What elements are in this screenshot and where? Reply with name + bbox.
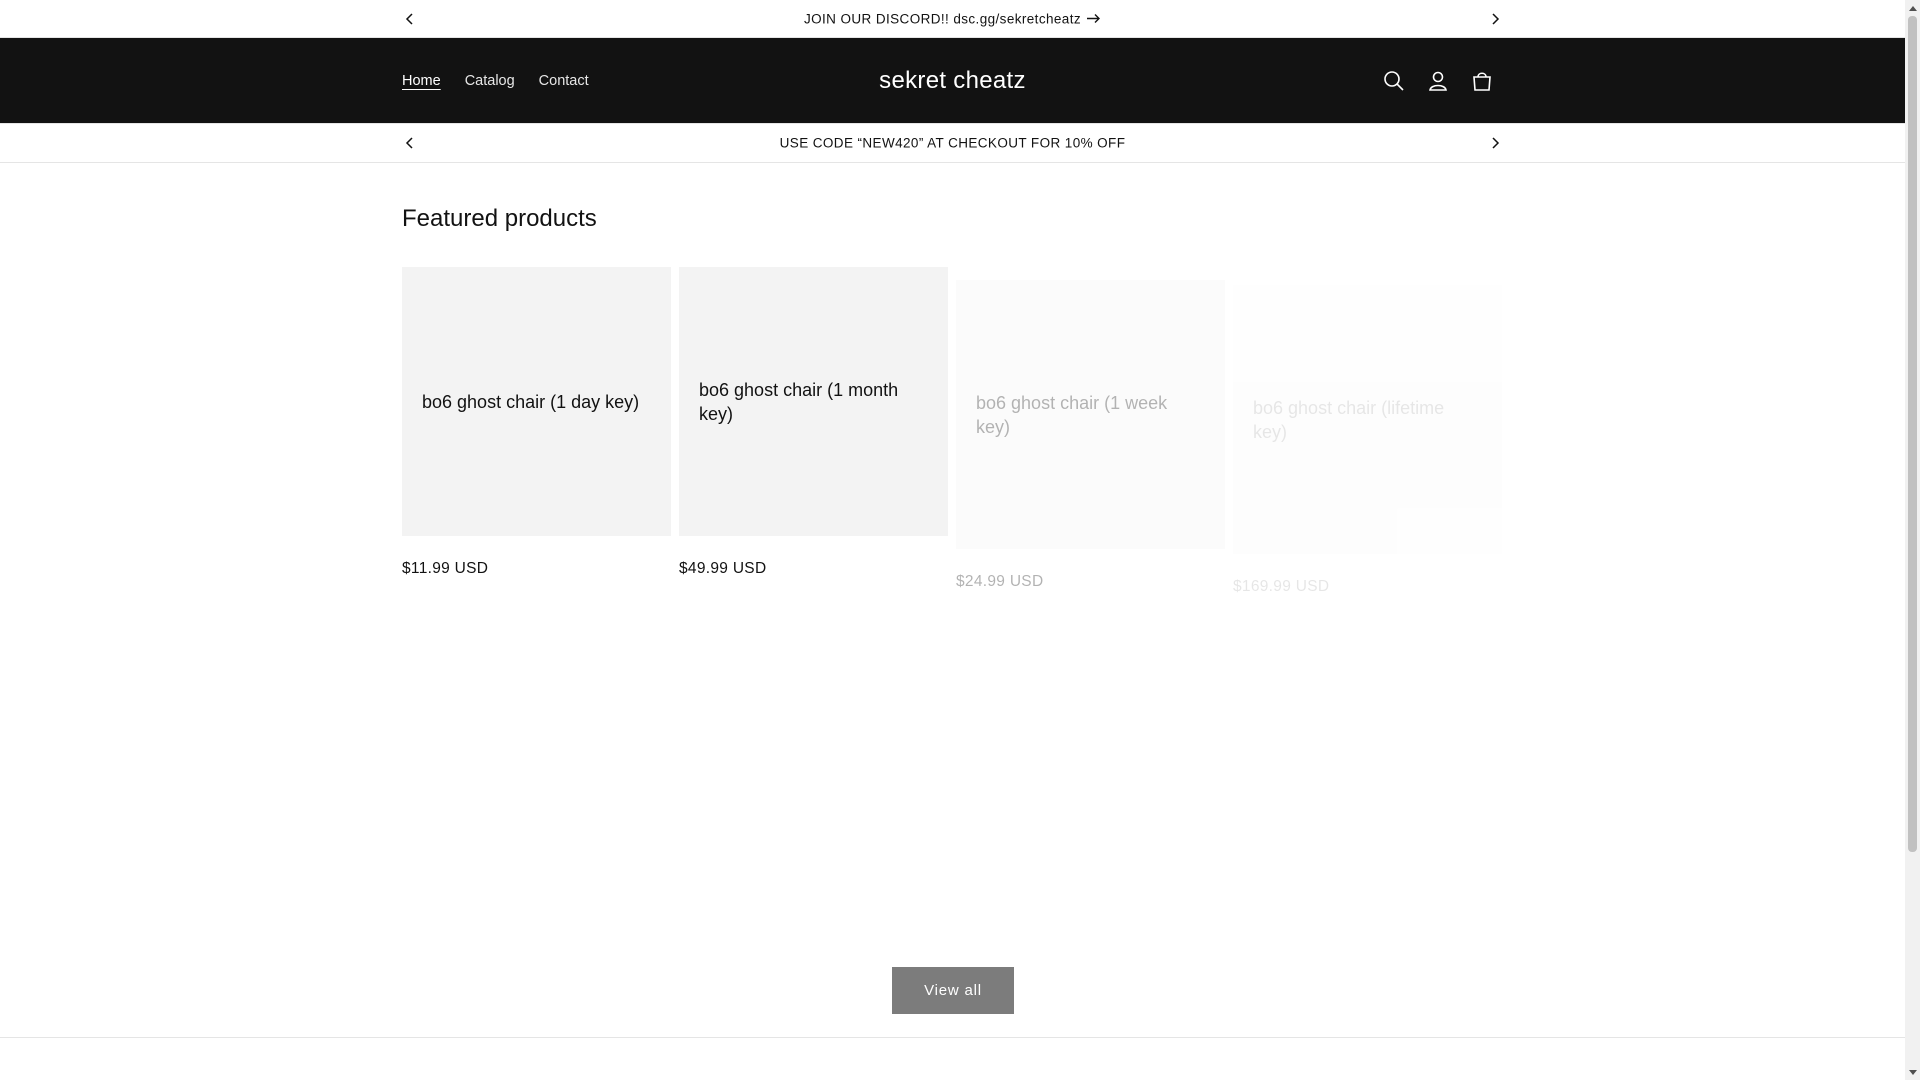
chevron-right-icon — [1492, 12, 1500, 25]
cart-icon — [1473, 71, 1491, 91]
announcement-bar-promo: USE CODE “NEW420” AT CHECKOUT FOR 10% OF… — [0, 123, 1905, 163]
product-image-placeholder[interactable]: bo6 ghost chair (1 month key) — [679, 267, 948, 536]
product-card[interactable]: bo6 ghost chair (1 week key) $24.99 USD — [956, 280, 1225, 591]
search-button[interactable] — [1378, 65, 1410, 97]
product-title[interactable]: bo6 ghost chair (lifetime key) — [1253, 396, 1482, 444]
next-promo-button[interactable] — [1483, 131, 1507, 155]
page-scrollbar[interactable] — [1905, 0, 1920, 1080]
store-logo[interactable]: sekret cheatz — [879, 67, 1026, 95]
next-announcement-button[interactable] — [1483, 7, 1507, 31]
logo-container: sekret cheatz — [0, 38, 1905, 123]
section-divider — [0, 1037, 1905, 1038]
header-icons — [1378, 38, 1498, 123]
promo-message: USE CODE “NEW420” AT CHECKOUT FOR 10% OF… — [779, 135, 1126, 151]
nav-item-catalog[interactable]: Catalog — [465, 73, 515, 89]
account-icon — [1429, 71, 1447, 91]
product-image-placeholder[interactable]: bo6 ghost chair (1 day key) — [402, 267, 671, 536]
product-card[interactable]: bo6 ghost chair (lifetime key) $169.99 U… — [1233, 285, 1502, 596]
product-card[interactable]: bo6 ghost chair (1 day key) $11.99 USD — [402, 267, 671, 578]
chevron-right-icon — [1492, 137, 1500, 149]
product-title[interactable]: bo6 ghost chair (1 day key) — [422, 390, 639, 414]
product-title[interactable]: bo6 ghost chair (1 week key) — [976, 391, 1205, 439]
scroll-down-arrow[interactable] — [1905, 1065, 1920, 1080]
announcement-text: JOIN OUR DISCORD!! dsc.gg/sekretcheatz — [803, 11, 1082, 26]
product-title[interactable]: bo6 ghost chair (1 month key) — [699, 378, 928, 426]
product-price: $49.99 USD — [679, 560, 767, 577]
nav-item-home[interactable]: Home — [402, 73, 441, 89]
main-nav: Home Catalog Contact — [402, 38, 589, 123]
triangle-down-icon — [1908, 1069, 1917, 1075]
nav-item-contact[interactable]: Contact — [539, 73, 589, 89]
triangle-up-icon — [1908, 5, 1917, 11]
product-image-placeholder[interactable]: bo6 ghost chair (1 week key) — [956, 280, 1225, 549]
product-price: $11.99 USD — [402, 560, 489, 577]
cart-button[interactable] — [1466, 65, 1498, 97]
site-header: Home Catalog Contact sekret cheatz — [0, 38, 1905, 123]
discord-link[interactable]: JOIN OUR DISCORD!! dsc.gg/sekretcheatz — [804, 11, 1101, 26]
product-image-placeholder[interactable]: bo6 ghost chair (lifetime key) — [1233, 285, 1502, 554]
search-icon — [1384, 70, 1404, 91]
arrow-right-icon — [1087, 14, 1101, 23]
storefront-page: JOIN OUR DISCORD!! dsc.gg/sekretcheatz H… — [0, 0, 1905, 1080]
scroll-up-arrow[interactable] — [1905, 0, 1920, 15]
featured-products-title: Featured products — [402, 205, 597, 232]
scrollbar-thumb[interactable] — [1908, 16, 1917, 852]
announcement-bar-top: JOIN OUR DISCORD!! dsc.gg/sekretcheatz — [0, 0, 1905, 38]
announcement-message: JOIN OUR DISCORD!! dsc.gg/sekretcheatz — [0, 11, 1905, 26]
product-price: $169.99 USD — [1233, 578, 1330, 595]
product-card[interactable]: bo6 ghost chair (1 month key) $49.99 USD — [679, 267, 948, 578]
view-all-button[interactable]: View all — [892, 967, 1014, 1014]
product-price: $24.99 USD — [956, 573, 1044, 590]
account-button[interactable] — [1422, 65, 1454, 97]
